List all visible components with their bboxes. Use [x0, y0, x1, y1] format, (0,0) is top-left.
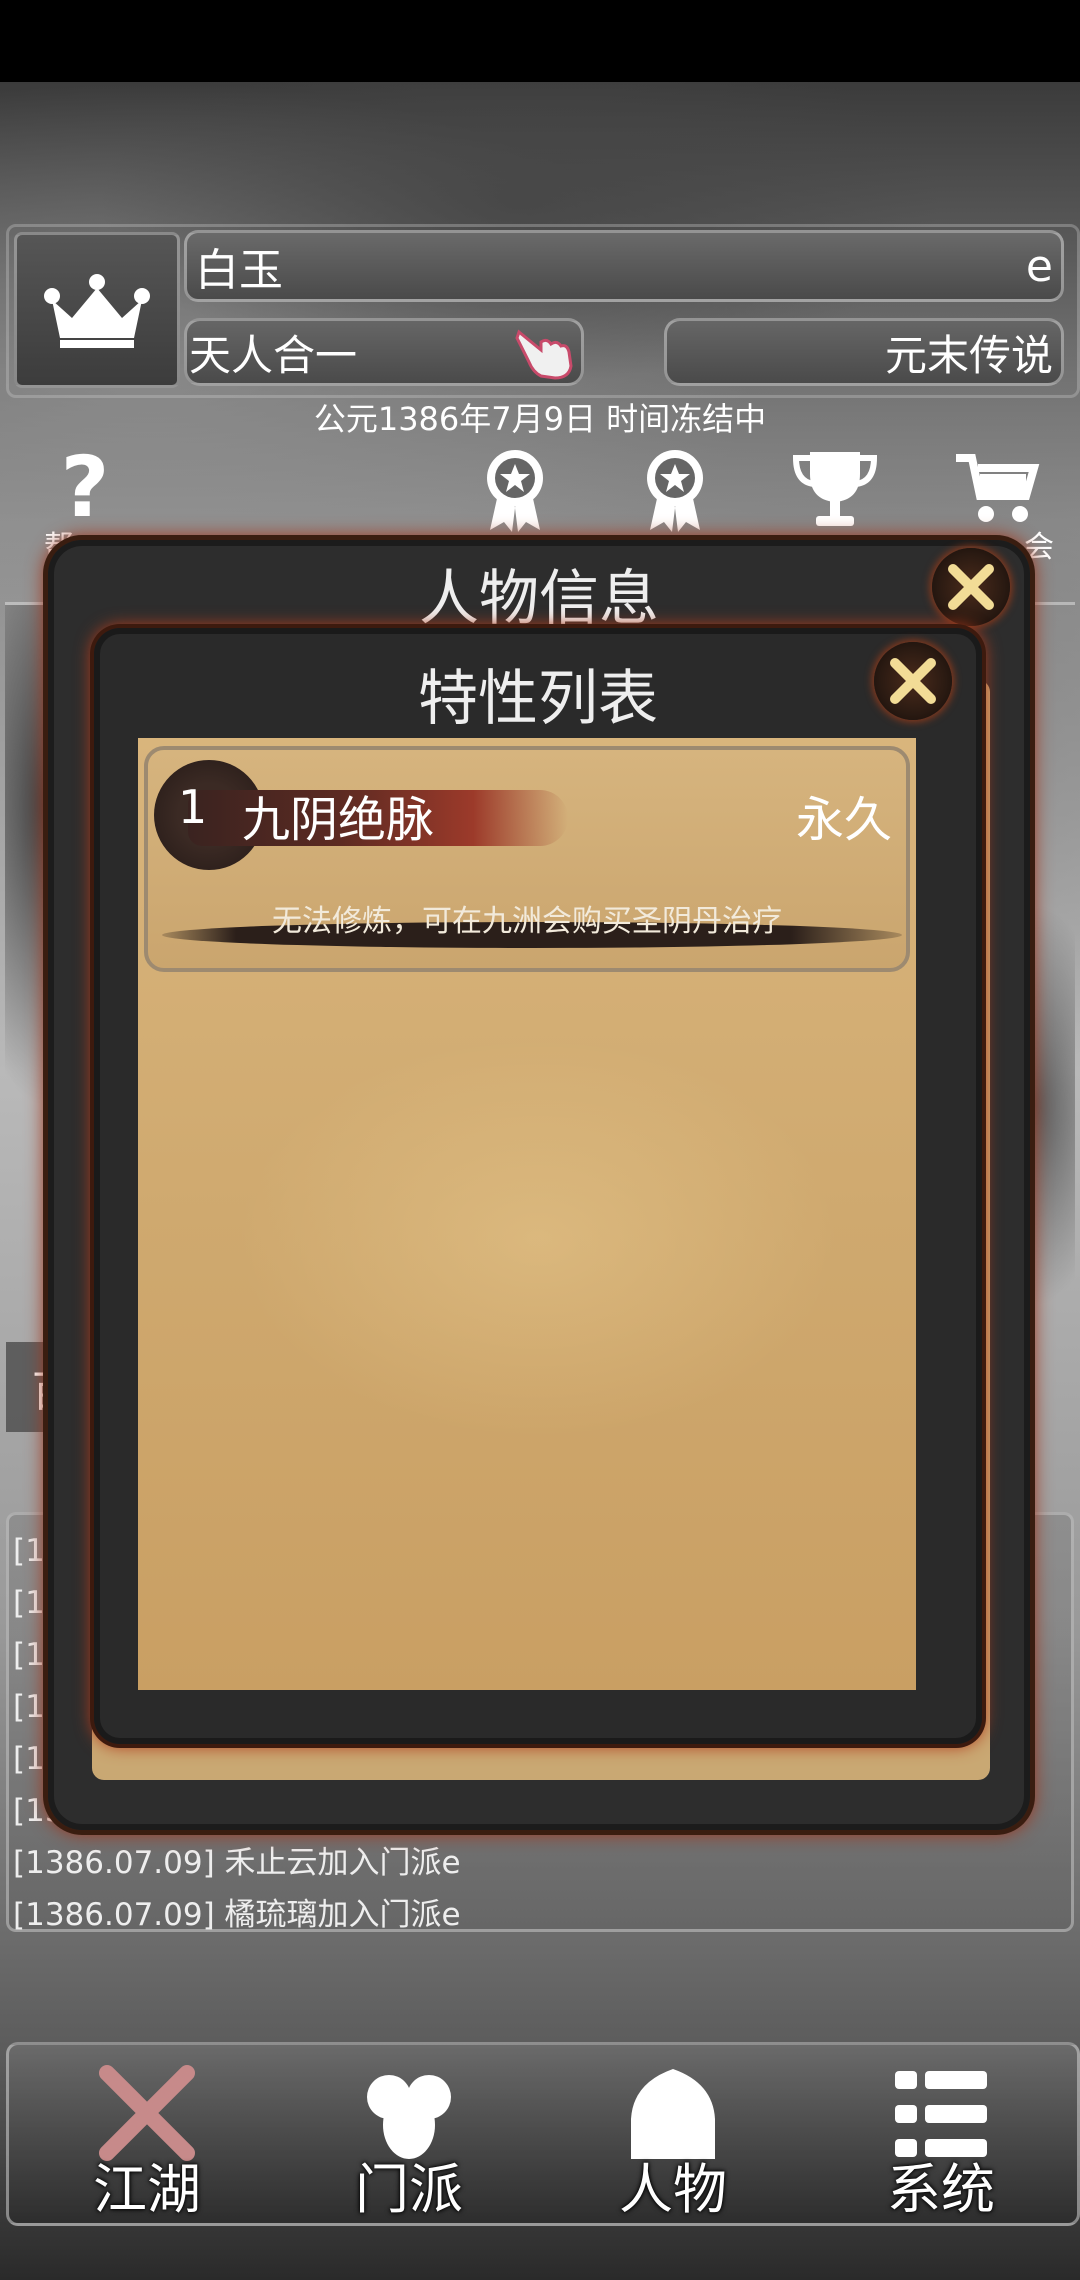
player-name-suffix: e: [1025, 240, 1053, 292]
avatar[interactable]: [14, 232, 180, 388]
log-line: [1386.07.09] 禾止云加入门派e: [13, 1845, 461, 1881]
pointing-hand-icon: [515, 329, 573, 380]
question-icon[interactable]: ?: [40, 444, 130, 534]
nav-label: 江湖: [93, 2158, 201, 2221]
dialog-title: 特性列表: [418, 664, 658, 734]
svg-text:?: ?: [61, 444, 110, 534]
dialog-title: 人物信息: [419, 564, 659, 634]
cart-icon[interactable]: [950, 444, 1040, 534]
trophy-icon[interactable]: [790, 444, 880, 534]
nav-renwu[interactable]: 人物: [573, 2045, 773, 2223]
close-icon: [890, 658, 936, 704]
nav-label: 系统: [887, 2158, 995, 2221]
nav-label: 人物: [619, 2158, 727, 2221]
trait-description: 无法修炼，可在九洲会购买圣阴丹治疗: [272, 904, 782, 939]
close-button[interactable]: [874, 642, 952, 720]
trait-name: 九阴绝脉: [242, 792, 435, 848]
ribbon-medal-icon[interactable]: [470, 444, 560, 534]
date-status: 公元1386年7月9日 时间冻结中: [313, 400, 767, 438]
close-icon: [948, 564, 994, 610]
realm-pill[interactable]: 天人合一: [184, 318, 584, 386]
title-pill[interactable]: 元末传说: [664, 318, 1064, 386]
name-bar[interactable]: 白玉 e: [184, 230, 1064, 302]
close-button[interactable]: [932, 548, 1010, 626]
ribbon-medal-icon[interactable]: [630, 444, 720, 534]
nav-label: 门派: [355, 2158, 463, 2221]
nav-jianghu[interactable]: 江湖: [47, 2045, 247, 2223]
trait-item[interactable]: 1 九阴绝脉 永久 无法修炼，可在九洲会购买圣阴丹治疗: [144, 746, 910, 972]
player-name: 白玉: [195, 245, 283, 296]
nav-menpai[interactable]: 门派: [309, 2045, 509, 2223]
trait-list-dialog: 特性列表 1 九阴绝脉 永久 无法修炼，可在九洲会购买圣阴丹治疗: [94, 628, 982, 1744]
log-line: [1386.07.09] 橘琉璃加入门派e: [13, 1897, 461, 1933]
title-label: 元末传说: [884, 330, 1053, 380]
crown-icon: [44, 274, 150, 348]
trait-list[interactable]: 1 九阴绝脉 永久 无法修炼，可在九洲会购买圣阴丹治疗: [138, 738, 916, 1690]
realm-label: 天人合一: [189, 330, 358, 380]
bottom-nav: 江湖 门派 人物 系统: [6, 2042, 1080, 2226]
trait-index: 1: [178, 780, 208, 834]
trait-duration: 永久: [795, 792, 892, 848]
nav-xitong[interactable]: 系统: [841, 2045, 1041, 2223]
